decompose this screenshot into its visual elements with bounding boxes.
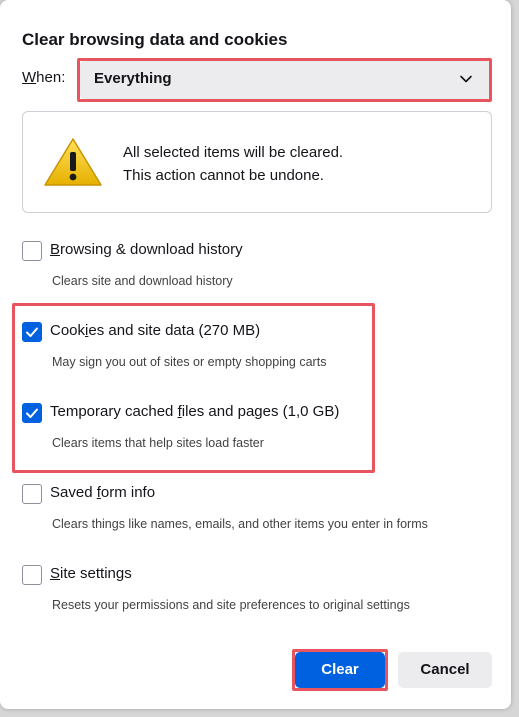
time-range-select[interactable]: Everything <box>80 61 490 99</box>
cache-description: Clears items that help sites load faster <box>52 436 264 450</box>
warning-line-1: All selected items will be cleared. <box>123 144 344 161</box>
cookies-description: May sign you out of sites or empty shopp… <box>52 355 327 369</box>
site-settings-checkbox[interactable] <box>22 565 42 585</box>
clear-button[interactable]: Clear <box>295 652 385 688</box>
warning-line-2: This action cannot be undone. <box>123 167 324 184</box>
cache-label: Temporary cached files and pages (1,0 GB… <box>50 403 340 420</box>
option-form-info[interactable]: Saved form info Clears things like names… <box>22 484 482 544</box>
browsing-history-label: Browsing & download history <box>50 241 243 258</box>
option-cache[interactable]: Temporary cached files and pages (1,0 GB… <box>22 403 482 463</box>
checkmark-icon <box>26 327 38 337</box>
option-browsing-history[interactable]: Browsing & download history Clears site … <box>22 241 482 301</box>
clear-data-dialog: Clear browsing data and cookies When: Ev… <box>0 0 511 709</box>
form-info-label: Saved form info <box>50 484 156 501</box>
option-site-settings[interactable]: Site settings Resets your permissions an… <box>22 565 482 625</box>
warning-box: All selected items will be cleared. This… <box>22 111 492 213</box>
warning-triangle-icon <box>44 138 102 186</box>
option-cookies[interactable]: Cookies and site data (270 MB) May sign … <box>22 322 482 382</box>
when-label: When: <box>22 69 65 86</box>
cache-checkbox[interactable] <box>22 403 42 423</box>
time-range-value: Everything <box>94 70 172 87</box>
chevron-down-icon <box>460 75 472 83</box>
cookies-label: Cookies and site data (270 MB) <box>50 322 261 339</box>
browsing-history-description: Clears site and download history <box>52 274 233 288</box>
cookies-checkbox[interactable] <box>22 322 42 342</box>
site-settings-description: Resets your permissions and site prefere… <box>52 598 410 612</box>
checkmark-icon <box>26 408 38 418</box>
form-info-checkbox[interactable] <box>22 484 42 504</box>
browsing-history-checkbox[interactable] <box>22 241 42 261</box>
dialog-title: Clear browsing data and cookies <box>22 30 288 49</box>
when-label-text: hen: <box>36 69 66 86</box>
when-label-accesskey: W <box>22 69 37 86</box>
site-settings-label: Site settings <box>50 565 132 582</box>
cancel-button[interactable]: Cancel <box>398 652 492 688</box>
form-info-description: Clears things like names, emails, and ot… <box>52 517 428 531</box>
